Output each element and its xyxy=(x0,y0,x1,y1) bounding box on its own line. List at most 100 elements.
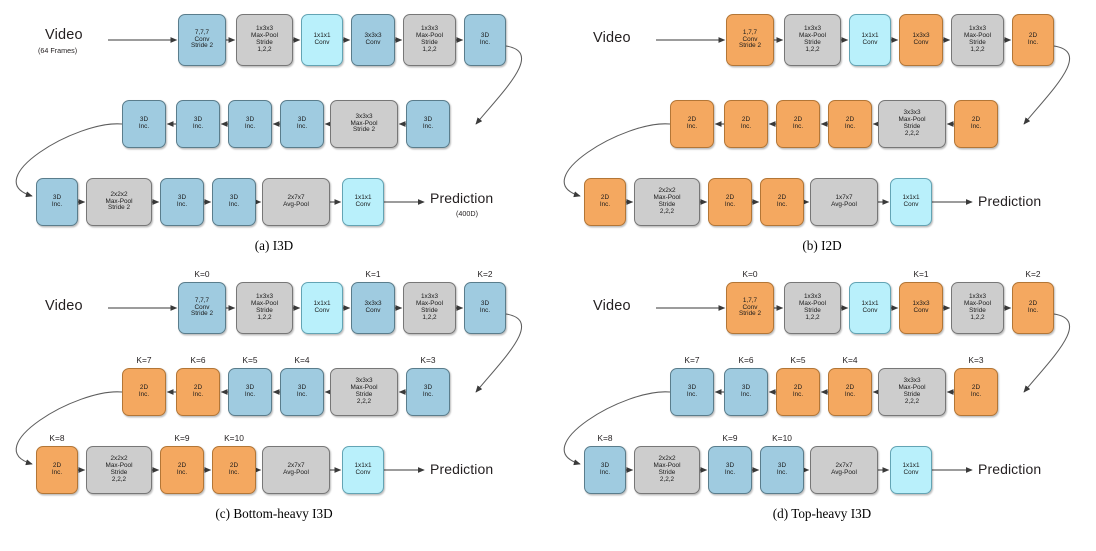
block-d-r0-0: 1,7,7 Conv Stride 2 xyxy=(726,282,774,334)
block-line: Inc. xyxy=(138,391,150,398)
block-a-r1-2: 3D Inc. xyxy=(228,100,272,148)
block-line: Conv xyxy=(355,201,371,208)
block-c-r2-0: 2D Inc. xyxy=(36,446,78,494)
block-b-r2-1: 2x2x2 Max-Pool Stride 2,2,2 xyxy=(634,178,700,226)
block-a-r0-0: 7,7,7 Conv Stride 2 xyxy=(178,14,226,66)
block-b-r0-3: 1x3x3 Conv xyxy=(899,14,943,66)
block-line: Inc. xyxy=(844,391,856,398)
block-c-r0-5: 3D Inc. xyxy=(464,282,506,334)
block-c-r2-1: 2x2x2 Max-Pool Stride 2,2,2 xyxy=(86,446,152,494)
block-line: Inc. xyxy=(422,391,434,398)
block-line: Inc. xyxy=(686,391,698,398)
block-line: 1,2,2 xyxy=(422,45,437,53)
block-line: Inc. xyxy=(686,123,698,130)
block-d-r1-1: 3D Inc. xyxy=(724,368,768,416)
block-line: 1,2,2 xyxy=(805,313,820,321)
block-a-r0-2: 1x1x1 Conv xyxy=(301,14,343,66)
block-c-r2-3: 2D Inc. xyxy=(212,446,256,494)
input-sublabel-a: (64 Frames) xyxy=(38,46,78,55)
block-line: Inc. xyxy=(792,391,804,398)
block-line: Avg-Pool xyxy=(283,201,309,208)
block-b-r2-0: 2D Inc. xyxy=(584,178,626,226)
block-line: 2,2,2 xyxy=(111,475,127,483)
block-line: Inc. xyxy=(599,201,611,208)
block-line: Avg-Pool xyxy=(831,469,857,476)
k-label-c-r0-3: K=1 xyxy=(365,269,381,279)
block-a-r1-3: 3D Inc. xyxy=(280,100,324,148)
block-a-r1-0: 3D Inc. xyxy=(122,100,166,148)
block-line: Inc. xyxy=(740,123,752,130)
block-line: Inc. xyxy=(192,123,204,130)
caption-a: (a) I3D xyxy=(254,238,294,253)
block-line: 2,2,2 xyxy=(904,129,920,137)
k-label-d-r2-0: K=8 xyxy=(597,433,613,443)
block-line: Conv xyxy=(862,307,878,314)
block-c-r1-5: 3D Inc. xyxy=(406,368,450,416)
block-a-r1-4: 3x3x3 Max-Pool Stride 2 xyxy=(330,100,398,148)
panel-d: 1,7,7 Conv Stride 2 K=0 1x3x3 Max-Pool Stride 1… xyxy=(548,268,1096,536)
block-a-r0-1: 1x3x3 Max-Pool Stride 1,2,2 xyxy=(236,14,293,66)
output-label-b: Prediction xyxy=(978,193,1042,209)
block-line: Inc. xyxy=(228,469,240,476)
caption-d: (d) Top-heavy I3D xyxy=(772,506,872,521)
block-line: Conv xyxy=(903,201,919,208)
block-b-r0-0: 1,7,7 Conv Stride 2 xyxy=(726,14,774,66)
block-line: Conv xyxy=(913,39,929,46)
block-d-r0-2: 1x1x1 Conv xyxy=(849,282,891,334)
block-b-r0-2: 1x1x1 Conv xyxy=(849,14,891,66)
block-line: Inc. xyxy=(51,469,63,476)
k-label-c-r1-5: K=3 xyxy=(420,355,436,365)
panel-b: 1,7,7 Conv Stride 2 1x3x3 Max-Pool Stride 1,2,… xyxy=(548,0,1096,268)
k-label-c-r1-0: K=7 xyxy=(136,355,152,365)
output-label-d: Prediction xyxy=(978,461,1042,477)
block-a-r2-5: 1x1x1 Conv xyxy=(342,178,384,226)
block-a-r2-4: 2x7x7 Avg-Pool xyxy=(262,178,330,226)
block-b-r1-1: 2D Inc. xyxy=(724,100,768,148)
block-d-r0-3: 1x3x3 Conv xyxy=(899,282,943,334)
output-label-a: Prediction xyxy=(430,190,494,206)
block-line: Inc. xyxy=(844,123,856,130)
block-b-r2-4: 1x7x7 Avg-Pool xyxy=(810,178,878,226)
k-label-d-r1-1: K=6 xyxy=(738,355,754,365)
block-c-r1-4: 3x3x3 Max-Pool Stride 2,2,2 xyxy=(330,368,398,416)
k-label-c-r1-2: K=5 xyxy=(242,355,258,365)
block-line: Conv xyxy=(314,307,330,314)
output-sublabel-a: (400D) xyxy=(456,209,478,218)
block-a-r2-3: 3D Inc. xyxy=(212,178,256,226)
block-b-r0-1: 1x3x3 Max-Pool Stride 1,2,2 xyxy=(784,14,841,66)
k-label-d-r2-3: K=10 xyxy=(772,433,792,443)
block-line: 1,2,2 xyxy=(422,313,437,321)
input-label-b: Video xyxy=(593,30,631,46)
block-d-r1-4: 3x3x3 Max-Pool Stride 2,2,2 xyxy=(878,368,946,416)
block-a-r0-4: 1x3x3 Max-Pool Stride 1,2,2 xyxy=(403,14,456,66)
k-label-c-r0-5: K=2 xyxy=(477,269,493,279)
block-a-r2-2: 3D Inc. xyxy=(160,178,204,226)
k-label-d-r0-0: K=0 xyxy=(742,269,758,279)
block-line: Inc. xyxy=(970,123,982,130)
block-line: Inc. xyxy=(422,123,434,130)
block-d-r2-1: 2x2x2 Max-Pool Stride 2,2,2 xyxy=(634,446,700,494)
block-c-r1-0: 2D Inc. xyxy=(122,368,166,416)
block-line: Stride 2 xyxy=(190,42,214,50)
block-line: Inc. xyxy=(776,469,788,476)
input-label-d: Video xyxy=(593,298,631,314)
block-d-r0-4: 1x3x3 Max-Pool Stride 1,2,2 xyxy=(951,282,1004,334)
block-b-r2-3: 2D Inc. xyxy=(760,178,804,226)
k-label-c-r1-1: K=6 xyxy=(190,355,206,365)
block-line: Inc. xyxy=(244,123,256,130)
block-line: Conv xyxy=(365,307,381,314)
block-line: Inc. xyxy=(1027,39,1039,46)
block-line: Inc. xyxy=(138,123,150,130)
block-d-r1-5: 2D Inc. xyxy=(954,368,998,416)
block-c-r0-2: 1x1x1 Conv xyxy=(301,282,343,334)
block-line: 2,2,2 xyxy=(904,397,920,405)
k-label-d-r1-5: K=3 xyxy=(968,355,984,365)
block-line: Conv xyxy=(314,39,330,46)
caption-b: (b) I2D xyxy=(802,238,842,253)
k-label-c-r2-0: K=8 xyxy=(49,433,65,443)
block-c-r1-3: 3D Inc. xyxy=(280,368,324,416)
block-line: Inc. xyxy=(192,391,204,398)
k-label-c-r2-3: K=10 xyxy=(224,433,244,443)
output-label-c: Prediction xyxy=(430,461,494,477)
block-line: Stride 2 xyxy=(738,310,762,318)
